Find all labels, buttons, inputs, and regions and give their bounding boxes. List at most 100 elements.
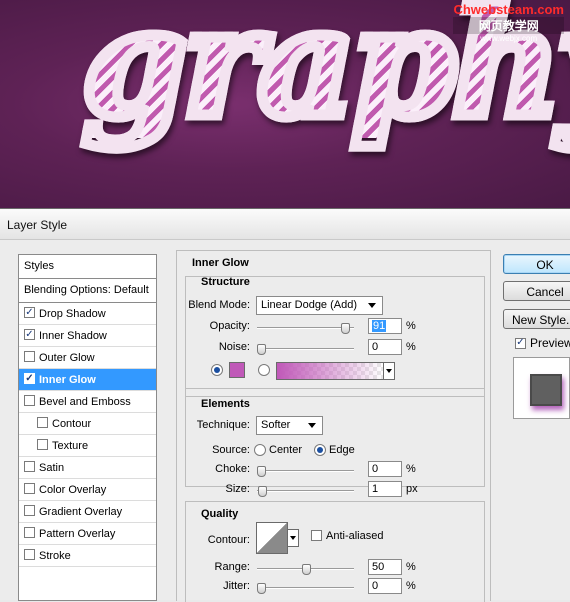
contour-label: Contour: xyxy=(207,534,250,546)
pattern-overlay-checkbox[interactable] xyxy=(24,527,35,538)
dialog-title: Layer Style xyxy=(7,218,68,232)
contour-dropdown-arrow[interactable] xyxy=(287,529,299,547)
style-item-label: Bevel and Emboss xyxy=(39,396,131,408)
size-value: 1 xyxy=(372,483,379,495)
blend-mode-dropdown[interactable]: Linear Dodge (Add) xyxy=(256,296,383,315)
style-item-bevel-emboss[interactable]: Bevel and Emboss xyxy=(19,391,156,413)
style-item-label: Stroke xyxy=(39,550,71,562)
contour-checkbox[interactable] xyxy=(37,417,48,428)
satin-checkbox[interactable] xyxy=(24,461,35,472)
technique-value: Softer xyxy=(261,419,291,431)
gradient-dropdown-arrow[interactable] xyxy=(383,362,395,380)
preview-checkbox[interactable]: ✓ xyxy=(515,337,526,349)
source-center-label: Center xyxy=(269,444,303,456)
bevel-emboss-checkbox[interactable] xyxy=(24,395,35,406)
source-edge-label: Edge xyxy=(329,444,355,456)
inner-shadow-checkbox[interactable]: ✓ xyxy=(24,329,35,340)
style-item-texture[interactable]: Texture xyxy=(19,435,156,457)
elements-title: Elements xyxy=(201,398,250,410)
opacity-unit: % xyxy=(406,320,416,332)
style-item-pattern-overlay[interactable]: Pattern Overlay xyxy=(19,523,156,545)
jitter-input[interactable]: 0 xyxy=(368,578,402,594)
styles-header[interactable]: Styles xyxy=(19,255,156,279)
noise-value: 0 xyxy=(372,341,379,353)
opacity-slider-thumb[interactable] xyxy=(341,323,351,334)
style-item-stroke[interactable]: Stroke xyxy=(19,545,156,567)
drop-shadow-checkbox[interactable]: ✓ xyxy=(24,307,35,318)
jitter-slider[interactable] xyxy=(257,583,354,594)
watermark: Chwebsteam.com 网页教学网 www.webjx.com xyxy=(453,2,564,43)
jitter-label: Jitter: xyxy=(223,580,250,592)
texture-checkbox[interactable] xyxy=(37,439,48,450)
anti-aliased-checkbox[interactable] xyxy=(311,530,322,541)
source-edge-radio[interactable] xyxy=(314,444,326,456)
contour-picker[interactable] xyxy=(256,522,288,554)
style-item-color-overlay[interactable]: Color Overlay xyxy=(19,479,156,501)
style-item-satin[interactable]: Satin xyxy=(19,457,156,479)
glow-color-swatch[interactable] xyxy=(229,362,245,378)
style-item-gradient-overlay[interactable]: Gradient Overlay xyxy=(19,501,156,523)
jitter-value: 0 xyxy=(372,580,379,592)
layer-style-dialog: Layer Style Styles Blending Options: Def… xyxy=(0,208,570,602)
size-unit: px xyxy=(406,483,418,495)
artwork-canvas: graphy Chwebsteam.com 网页教学网 www.webjx.co… xyxy=(0,0,570,208)
anti-aliased-label: Anti-aliased xyxy=(326,530,384,542)
gradient-overlay-checkbox[interactable] xyxy=(24,505,35,516)
noise-slider[interactable] xyxy=(257,344,354,355)
blend-mode-value: Linear Dodge (Add) xyxy=(261,299,358,311)
preview-toggle[interactable]: ✓ Preview xyxy=(515,336,570,350)
chevron-down-icon xyxy=(368,303,376,308)
style-item-label: Drop Shadow xyxy=(39,308,106,320)
glow-gradient-picker[interactable] xyxy=(276,362,384,380)
cancel-button[interactable]: Cancel xyxy=(503,281,570,301)
style-item-drop-shadow[interactable]: ✓ Drop Shadow xyxy=(19,303,156,325)
watermark-site: Chwebsteam.com xyxy=(453,2,564,17)
range-input[interactable]: 50 xyxy=(368,559,402,575)
outer-glow-checkbox[interactable] xyxy=(24,351,35,362)
size-slider-thumb[interactable] xyxy=(257,486,267,497)
choke-slider-thumb[interactable] xyxy=(257,466,266,477)
preview-label: Preview xyxy=(530,336,570,350)
choke-input[interactable]: 0 xyxy=(368,461,402,477)
style-item-contour[interactable]: Contour xyxy=(19,413,156,435)
noise-input[interactable]: 0 xyxy=(368,339,402,355)
elements-group: Elements Technique: Softer Source: Cente… xyxy=(185,388,485,497)
range-slider-thumb[interactable] xyxy=(301,564,311,575)
style-item-label: Texture xyxy=(52,440,89,452)
jitter-slider-thumb[interactable] xyxy=(257,583,266,594)
style-item-inner-glow[interactable]: ✓ Inner Glow xyxy=(19,369,156,391)
noise-slider-thumb[interactable] xyxy=(257,344,266,355)
size-input[interactable]: 1 xyxy=(368,481,402,497)
stroke-checkbox[interactable] xyxy=(24,549,35,560)
size-slider[interactable] xyxy=(257,486,354,497)
ok-button[interactable]: OK xyxy=(503,254,570,274)
choke-label: Choke: xyxy=(215,463,250,475)
range-value: 50 xyxy=(372,561,385,573)
style-item-outer-glow[interactable]: Outer Glow xyxy=(19,347,156,369)
choke-slider[interactable] xyxy=(257,466,354,477)
quality-title: Quality xyxy=(201,508,239,520)
source-center-radio[interactable] xyxy=(254,444,266,456)
technique-dropdown[interactable]: Softer xyxy=(256,416,323,435)
styles-list: Styles Blending Options: Default ✓ Drop … xyxy=(18,254,157,601)
style-preview-thumbnail xyxy=(513,357,570,419)
new-style-button[interactable]: New Style... xyxy=(503,309,570,329)
opacity-slider[interactable] xyxy=(257,323,354,334)
style-item-label: Gradient Overlay xyxy=(39,506,123,518)
blending-options-item[interactable]: Blending Options: Default xyxy=(19,279,156,303)
gradient-radio[interactable] xyxy=(258,364,270,376)
color-overlay-checkbox[interactable] xyxy=(24,483,35,494)
inner-glow-checkbox[interactable]: ✓ xyxy=(24,373,35,384)
range-unit: % xyxy=(406,561,416,573)
inner-glow-panel: Inner Glow Structure Blend Mode: Linear … xyxy=(176,250,491,602)
opacity-value: 91 xyxy=(372,320,387,332)
style-item-inner-shadow[interactable]: ✓ Inner Shadow xyxy=(19,325,156,347)
watermark-url: www.webjx.com xyxy=(480,34,538,43)
choke-value: 0 xyxy=(372,463,379,475)
range-slider[interactable] xyxy=(257,564,354,575)
solid-color-radio[interactable] xyxy=(211,364,223,376)
noise-unit: % xyxy=(406,341,416,353)
technique-label: Technique: xyxy=(196,419,250,431)
opacity-input[interactable]: 91 xyxy=(368,318,402,334)
dialog-titlebar[interactable]: Layer Style xyxy=(0,209,570,240)
